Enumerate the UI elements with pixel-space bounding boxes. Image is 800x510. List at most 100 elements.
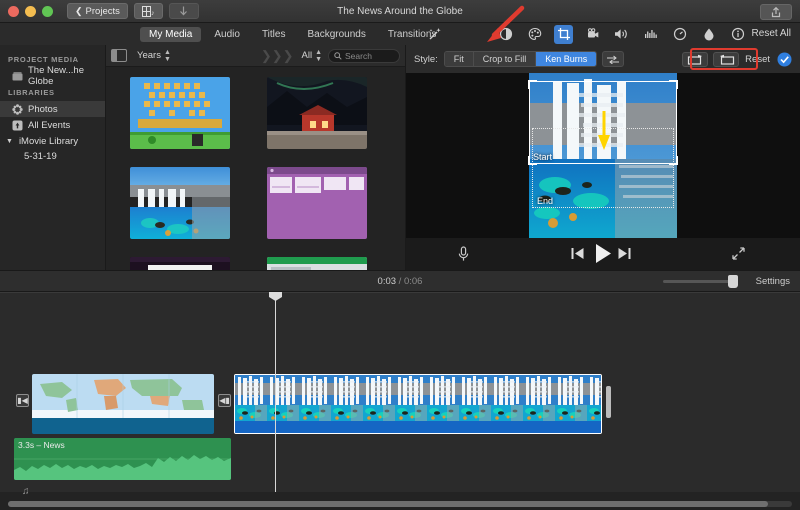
ken-burns-stage[interactable]: Start End <box>529 73 677 238</box>
traffic-lights <box>8 6 53 17</box>
search-placeholder: Search <box>345 51 372 61</box>
volume-icon[interactable] <box>612 25 631 44</box>
color-correction-icon[interactable] <box>525 25 544 44</box>
swap-start-end-icon <box>605 55 621 64</box>
import-download-icon <box>179 6 188 17</box>
clip-trim-handle-right[interactable]: ◀▮ <box>218 394 231 407</box>
library-view-button[interactable]: ♪ <box>134 3 163 19</box>
timeline-zoom-slider[interactable] <box>663 280 738 283</box>
jump-to-start-button[interactable] <box>571 247 584 260</box>
viewer[interactable]: Start End <box>405 73 800 238</box>
share-button[interactable] <box>760 4 792 20</box>
svg-text:♪: ♪ <box>151 10 155 17</box>
timeline-horizontal-scrollbar[interactable] <box>8 501 768 507</box>
stabilization-icon[interactable] <box>583 25 602 44</box>
apply-crop-button[interactable] <box>777 52 792 72</box>
sidebar-item-event-date[interactable]: 5-31-19 <box>0 149 105 165</box>
music-note-icon[interactable]: ♫ <box>22 486 30 497</box>
audio-clip-label: 3.3s – News <box>18 440 65 450</box>
style-ken-burns-button[interactable]: Ken Burns <box>536 52 596 66</box>
waterfall-thumbnail[interactable] <box>130 167 230 239</box>
group-by-label: Years <box>137 50 161 61</box>
sidebar-imovie-library-label: iMovie Library <box>19 136 78 147</box>
rotate-clockwise-icon <box>718 54 735 65</box>
rotate-clockwise-button[interactable] <box>713 52 739 67</box>
photos-icon <box>12 104 23 115</box>
fullscreen-button[interactable] <box>731 246 746 261</box>
ken-burns-direction-arrow <box>597 111 611 151</box>
current-time: 0:03 <box>378 276 397 287</box>
tab-backgrounds[interactable]: Backgrounds <box>298 27 374 42</box>
clip-information-icon[interactable] <box>728 25 747 44</box>
chevron-left-icon: ❮ <box>75 6 83 17</box>
clip-trim-handle-left[interactable]: ▮◀ <box>16 394 29 407</box>
sidebar-item-project[interactable]: The New...he Globe <box>0 68 105 84</box>
title-bar: ❮ Projects ♪ The News Around the Globe <box>0 0 800 23</box>
libraries-sidebar: PROJECT MEDIA The New...he Globe LIBRARI… <box>0 45 106 270</box>
timecode-separator: / <box>399 276 402 287</box>
style-fit-button[interactable]: Fit <box>445 52 474 66</box>
swap-start-end-button[interactable] <box>602 51 624 67</box>
style-crop-to-fill-button[interactable]: Crop to Fill <box>474 52 537 66</box>
audio-equalizer-icon[interactable] <box>641 25 660 44</box>
timeline-settings-button[interactable]: Settings <box>756 276 790 287</box>
play-button[interactable] <box>594 243 612 264</box>
game-screenshot-thumbnail[interactable] <box>130 77 230 149</box>
chevron-updown-filter-icon: ▲▼ <box>315 49 322 63</box>
media-browser[interactable] <box>106 67 405 270</box>
tab-titles[interactable]: Titles <box>253 27 295 42</box>
rotate-counterclockwise-button[interactable] <box>682 52 708 67</box>
adjustment-toolbar <box>425 23 747 45</box>
jump-to-end-button[interactable] <box>618 247 631 260</box>
magic-wand-enhance-icon[interactable] <box>425 25 444 44</box>
import-button[interactable] <box>169 3 199 19</box>
minimize-button[interactable] <box>25 6 36 17</box>
night-cabin-thumbnail[interactable] <box>267 77 367 149</box>
sidebar-item-imovie-library[interactable]: ▼ iMovie Library <box>0 133 105 149</box>
sidebar-toggle-icon[interactable] <box>111 49 127 62</box>
disclosure-triangle-icon[interactable]: ▼ <box>6 138 13 145</box>
world-map-clip[interactable] <box>32 374 214 434</box>
speed-icon[interactable] <box>670 25 689 44</box>
close-button[interactable] <box>8 6 19 17</box>
viewer-transport-controls <box>405 238 800 270</box>
crop-icon[interactable] <box>554 25 573 44</box>
style-label: Style: <box>414 54 438 65</box>
search-icon <box>334 52 342 60</box>
timeline-toolbar: 0:03 / 0:06 Settings <box>0 270 800 292</box>
maximize-button[interactable] <box>42 6 53 17</box>
green-app-window-thumbnail[interactable] <box>267 257 367 270</box>
start-handle-top-left[interactable] <box>528 80 537 89</box>
reset-all-button[interactable]: Reset All <box>752 28 791 39</box>
white-document-thumbnail[interactable] <box>130 257 230 270</box>
timeline-zoom-knob[interactable] <box>728 275 738 288</box>
sidebar-item-photos[interactable]: Photos <box>0 101 105 117</box>
audio-clip[interactable]: 3.3s – News <box>14 438 231 480</box>
group-by-selector[interactable]: Years ▲▼ <box>137 49 171 63</box>
start-handle-top-right[interactable] <box>669 80 678 89</box>
waterfall-clip[interactable] <box>234 374 602 434</box>
thumbnail-grid <box>106 67 405 270</box>
tab-my-media[interactable]: My Media <box>140 27 201 42</box>
rotate-counterclockwise-icon <box>687 54 704 65</box>
fullscreen-icon <box>731 246 746 261</box>
search-input[interactable]: Search <box>328 49 400 63</box>
filter-selector[interactable]: All ▲▼ <box>302 49 323 63</box>
playhead[interactable] <box>275 292 276 492</box>
all-events-icon <box>12 120 23 131</box>
clip-edge-handle[interactable] <box>606 386 611 418</box>
noise-reduction-icon[interactable] <box>699 25 718 44</box>
timeline[interactable]: ▮◀ <box>0 292 800 492</box>
playhead-handle[interactable] <box>269 292 282 301</box>
color-balance-icon[interactable] <box>496 25 515 44</box>
sidebar-item-all-events[interactable]: All Events <box>0 117 105 133</box>
voiceover-button[interactable] <box>458 246 469 262</box>
jump-to-start-icon <box>571 247 584 260</box>
voiceover-microphone-icon <box>458 246 469 262</box>
filter-label: All <box>302 50 313 61</box>
back-to-projects-button[interactable]: ❮ Projects <box>67 3 128 19</box>
crop-reset-button[interactable]: Reset <box>745 54 770 65</box>
end-label: End <box>537 196 553 206</box>
purple-app-window-thumbnail[interactable] <box>267 167 367 239</box>
tab-audio[interactable]: Audio <box>205 27 249 42</box>
